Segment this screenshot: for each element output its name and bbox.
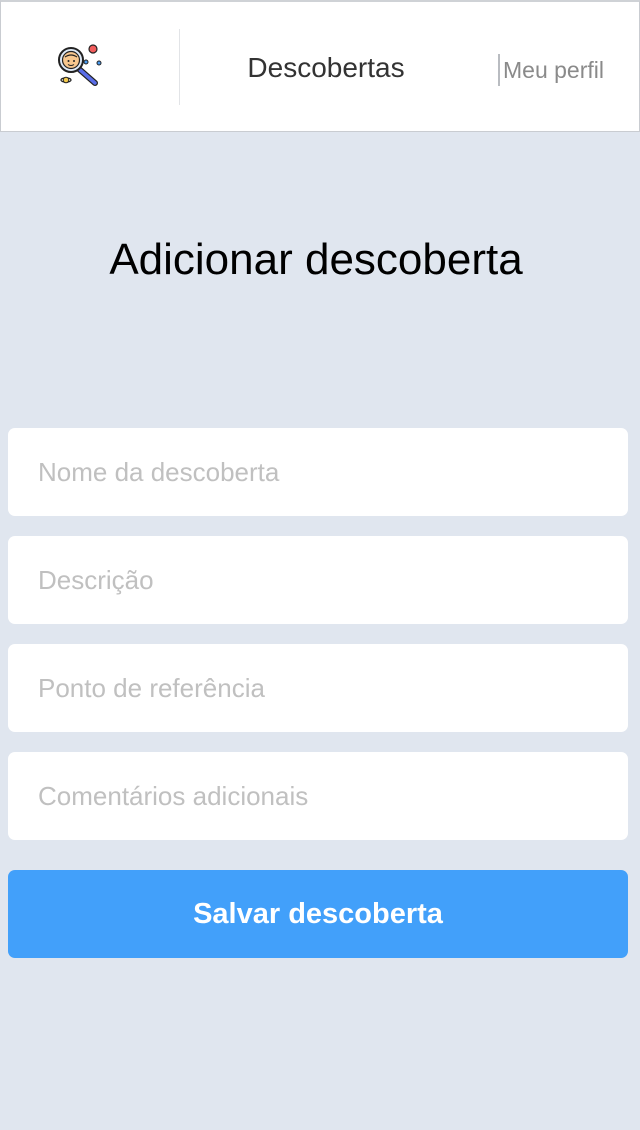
- top-navbar: Descobertas Meu perfil: [0, 0, 640, 132]
- nav-title-descobertas[interactable]: Descobertas: [180, 48, 472, 88]
- discovery-name-field[interactable]: Nome da descoberta: [8, 428, 628, 516]
- additional-comments-field[interactable]: Comentários adicionais: [8, 752, 628, 840]
- save-discovery-button[interactable]: Salvar descoberta: [8, 870, 628, 958]
- reference-point-field[interactable]: Ponto de referência: [8, 644, 628, 732]
- description-field[interactable]: Descrição: [8, 536, 628, 624]
- page-title: Adicionar descoberta: [109, 235, 523, 284]
- profile-link[interactable]: Meu perfil: [498, 54, 604, 86]
- magnifier-discovery-icon[interactable]: [53, 42, 105, 92]
